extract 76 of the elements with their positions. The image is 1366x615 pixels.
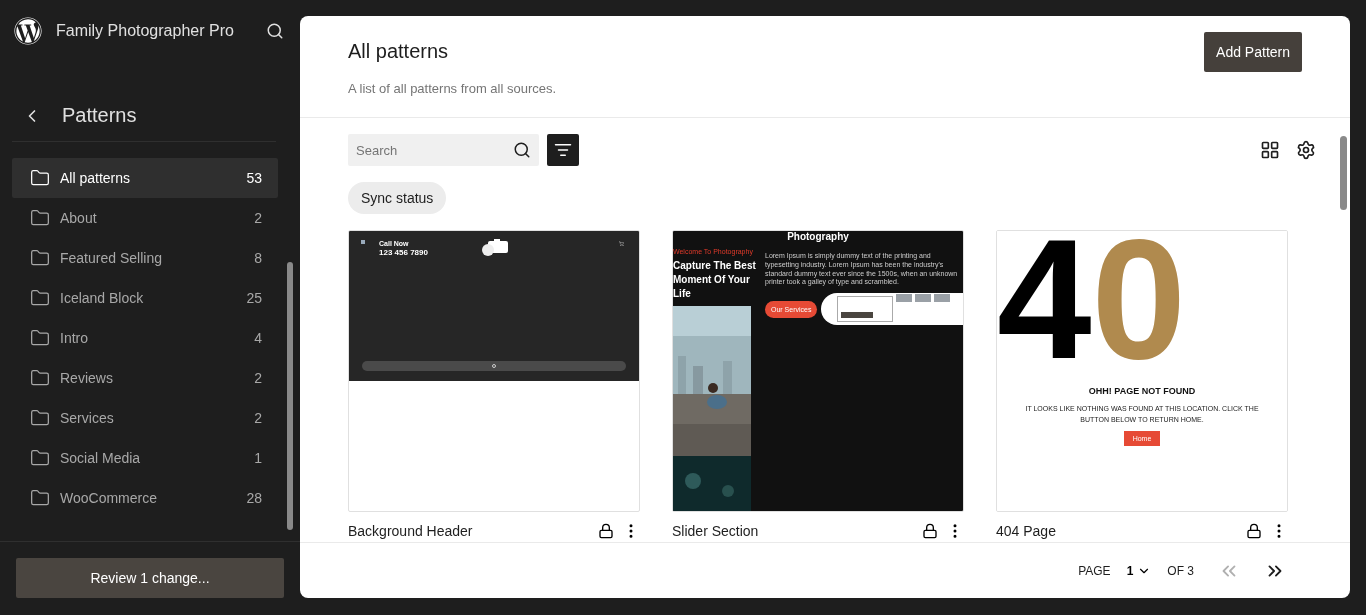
item-label: Iceland Block: [60, 290, 145, 306]
site-title: Family Photographer Pro: [56, 22, 235, 40]
preview-heading: OHH! PAGE NOT FOUND: [1088, 386, 1196, 396]
folder-icon: [30, 368, 50, 388]
page-title: All patterns: [348, 40, 450, 63]
item-label: Intro: [60, 330, 89, 346]
sidebar-item[interactable]: Intro 4: [12, 318, 278, 358]
page-select[interactable]: 1: [1118, 563, 1160, 578]
lock-icon: [598, 523, 614, 539]
pattern-title: Slider Section: [672, 523, 760, 539]
page-subtitle: A list of all patterns from all sources.: [348, 81, 558, 96]
lock-icon: [922, 523, 938, 539]
review-button[interactable]: Review 1 change...: [16, 558, 284, 598]
sidebar-item[interactable]: All patterns 53: [12, 158, 278, 198]
item-count: 2: [254, 410, 262, 426]
item-label: Featured Selling: [60, 250, 163, 266]
big-digit: 0: [1091, 231, 1187, 366]
filter-button[interactable]: [547, 134, 579, 166]
lock-icon: [1246, 523, 1262, 539]
logo-icon[interactable]: [14, 17, 42, 45]
item-label: WooCommerce: [60, 490, 158, 506]
item-count: 53: [246, 170, 262, 186]
item-label: Services: [60, 410, 115, 426]
preview-mini-button: [841, 312, 874, 318]
item-count: 8: [254, 250, 262, 266]
sidebar-item[interactable]: Social Media 1: [12, 438, 278, 478]
item-count: 2: [254, 210, 262, 226]
pattern-title: Background Header: [348, 523, 474, 539]
sidebar-item[interactable]: Featured Selling 8: [12, 238, 278, 278]
search-field[interactable]: Search: [348, 134, 539, 166]
item-label: Social Media: [60, 450, 142, 466]
sidebar-heading: Patterns: [62, 104, 137, 127]
preview-title: Photography: [786, 231, 850, 242]
preview-image: [915, 294, 932, 302]
preview-image: [934, 294, 951, 302]
camera-icon: [480, 239, 510, 257]
page-label: PAGE: [1078, 563, 1111, 578]
folder-icon: [30, 448, 50, 468]
sync-status-filter[interactable]: Sync status: [348, 182, 447, 214]
search-button[interactable]: [266, 22, 284, 40]
grid-icon: [1260, 140, 1280, 160]
folder-icon: [30, 408, 50, 428]
item-count: 28: [246, 490, 262, 506]
folder-icon: [30, 168, 50, 188]
big-digit: 4: [997, 231, 1092, 366]
item-label: Reviews: [60, 370, 114, 386]
search-icon: [266, 22, 284, 40]
item-label: All patterns: [60, 170, 132, 186]
item-count: 1: [254, 450, 262, 466]
item-count: 25: [246, 290, 262, 306]
preview-heading: Capture The Best Moment Of Your Life: [673, 259, 757, 301]
search-icon: [513, 141, 531, 159]
sidebar-item[interactable]: Services 2: [12, 398, 278, 438]
sidebar-item[interactable]: WooCommerce 28: [12, 478, 278, 518]
folder-icon: [30, 248, 50, 268]
scrollbar-thumb[interactable]: [287, 262, 293, 530]
item-label: About: [60, 210, 98, 226]
sidebar-item[interactable]: Iceland Block 25: [12, 278, 278, 318]
sidebar-item[interactable]: About 2: [12, 198, 278, 238]
folder-icon: [30, 488, 50, 508]
sidebar-item[interactable]: Reviews 2: [12, 358, 278, 398]
item-count: 2: [254, 370, 262, 386]
pattern-title: 404 Page: [996, 523, 1057, 539]
page-total: OF 3: [1167, 563, 1194, 578]
scrollbar-thumb[interactable]: [1340, 136, 1347, 210]
phone-number: 123 456 7890: [379, 248, 428, 258]
pattern-preview[interactable]: [672, 230, 964, 512]
add-pattern-button[interactable]: Add Pattern: [1204, 32, 1302, 72]
folder-icon: [30, 328, 50, 348]
cart-icon: [619, 241, 624, 246]
item-count: 4: [254, 330, 262, 346]
folder-icon: [30, 288, 50, 308]
filter-icon: [554, 141, 572, 159]
folder-icon: [30, 208, 50, 228]
gear-icon: [1296, 140, 1316, 160]
preview-image: [896, 294, 913, 302]
